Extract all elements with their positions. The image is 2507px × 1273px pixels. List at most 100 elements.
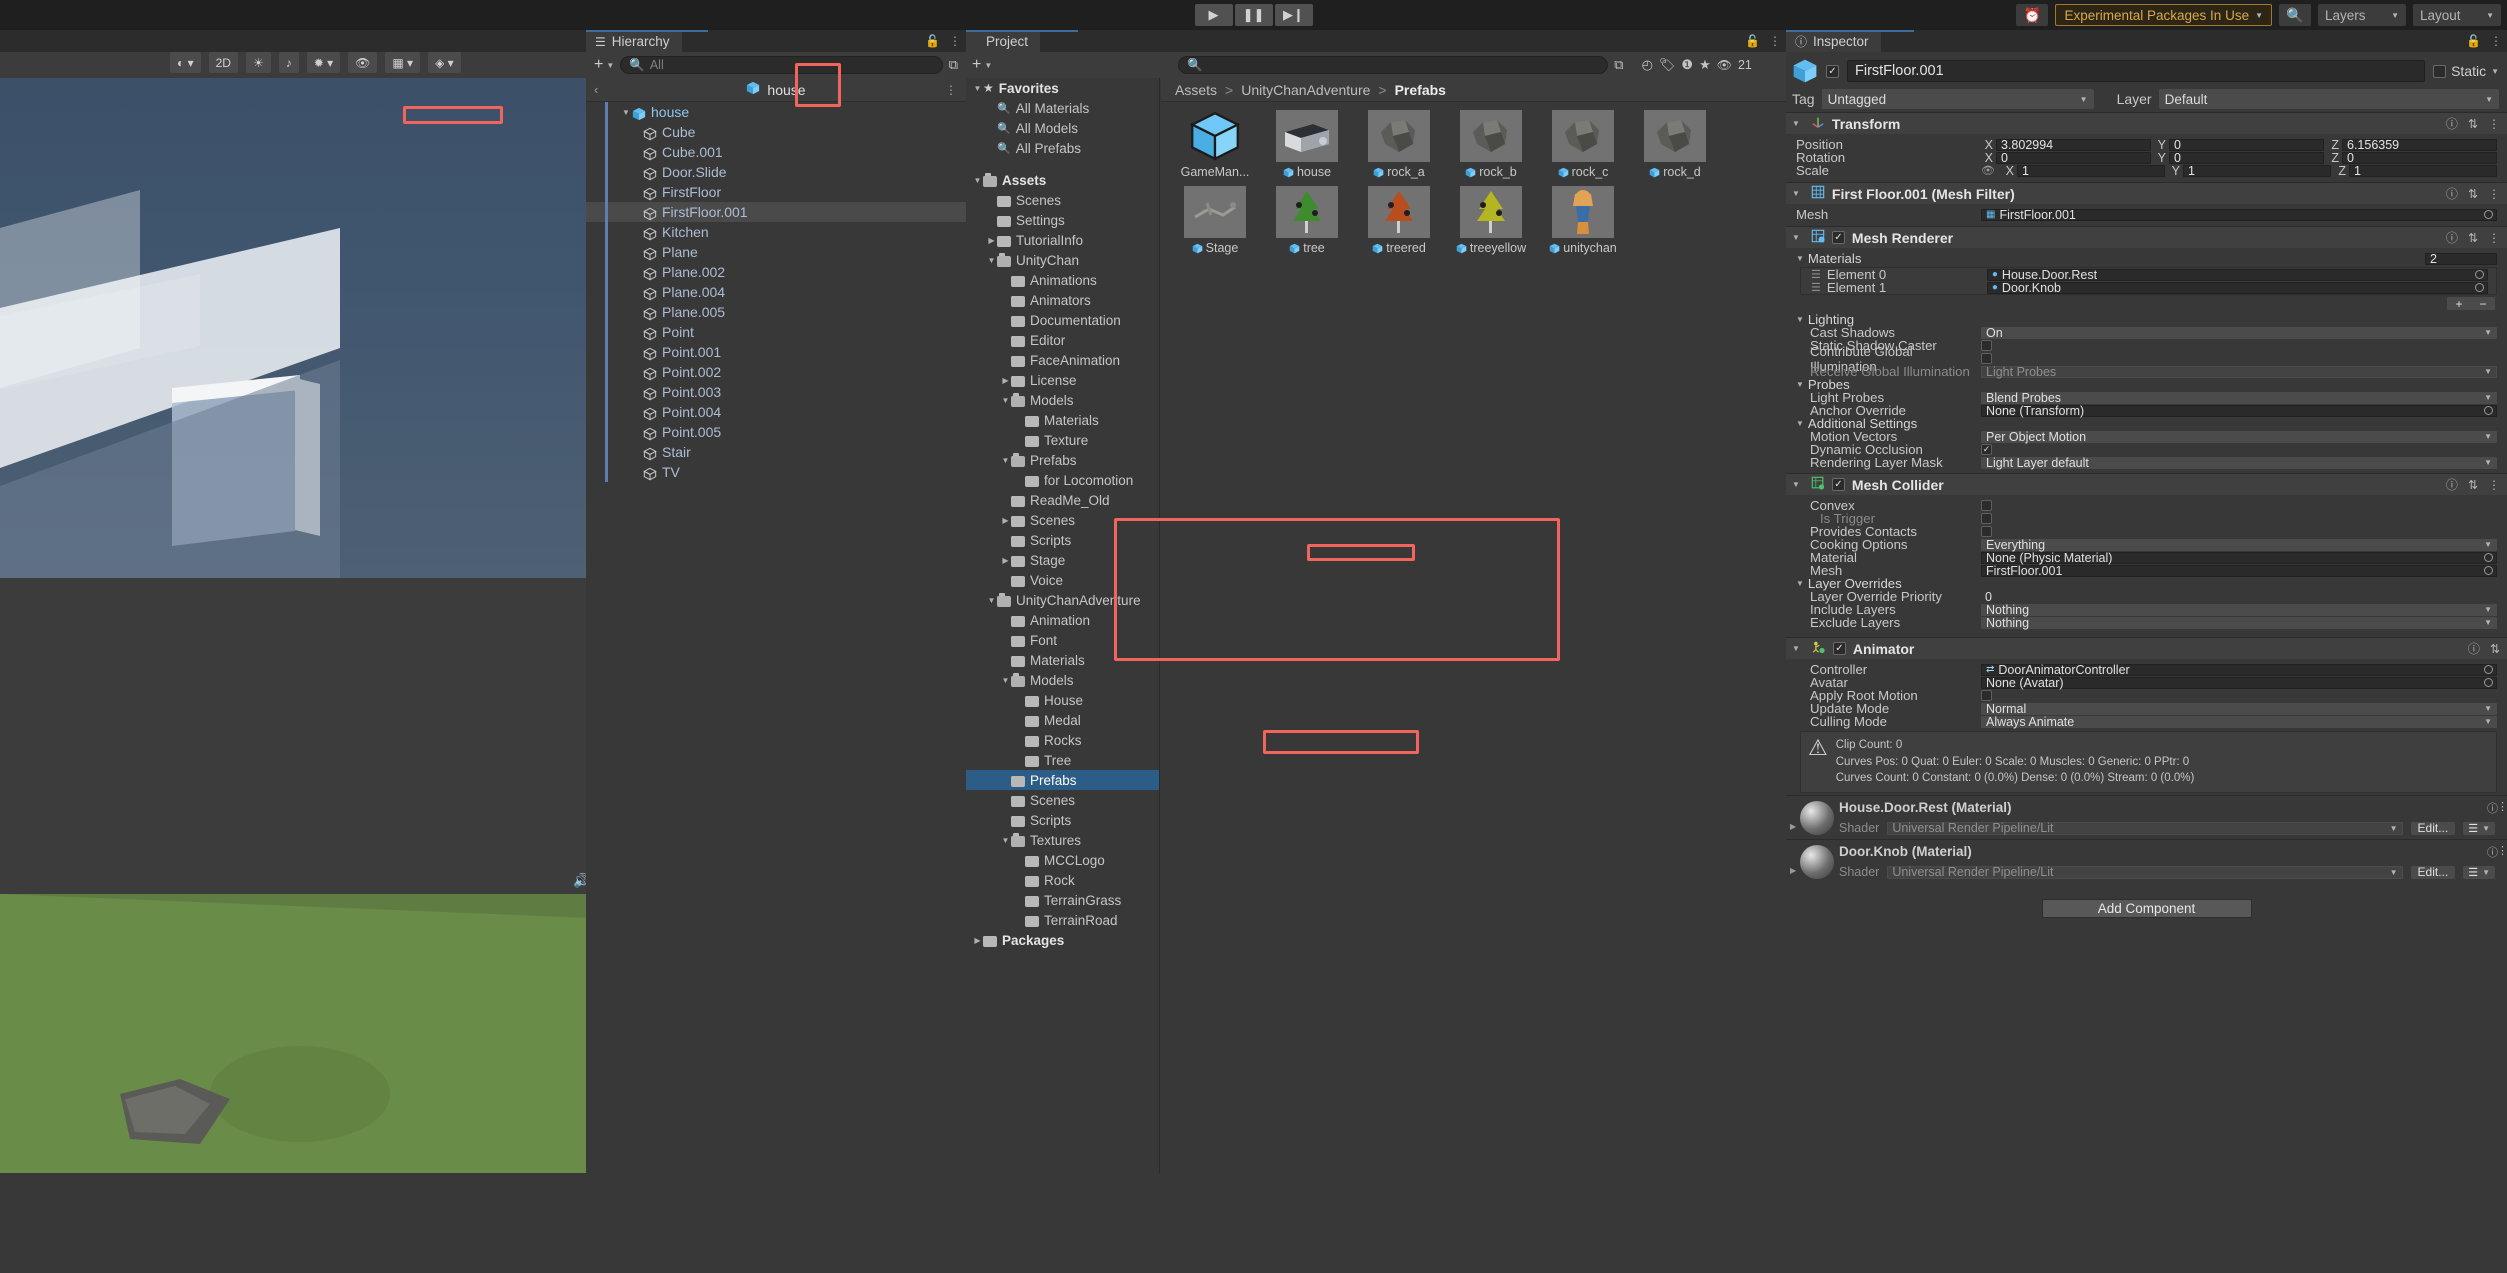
chevron-right-icon[interactable]: ▶ (986, 236, 997, 245)
hierarchy-item-kitchen[interactable]: Kitchen (586, 222, 966, 242)
project-tree-item-for-locomotion[interactable]: for Locomotion (966, 470, 1159, 490)
hierarchy-item-plane-004[interactable]: Plane.004 (586, 282, 966, 302)
scene-camera-button[interactable]: ▦ ▾ (385, 52, 420, 73)
hierarchy-item-point-002[interactable]: Point.002 (586, 362, 966, 382)
chevron-down-icon[interactable]: ▼ (972, 84, 983, 93)
chevron-down-icon[interactable]: ▼ (1000, 456, 1011, 465)
shading-mode-dropdown[interactable]: ◐ ▾ (170, 52, 201, 73)
project-tree-item-prefabs[interactable]: Prefabs (966, 770, 1159, 790)
project-tree-item-rock[interactable]: Rock (966, 870, 1159, 890)
object-picker-icon[interactable] (2475, 283, 2484, 292)
project-tree-item-stage[interactable]: ▶Stage (966, 550, 1159, 570)
hierarchy-item-house[interactable]: ▼house (586, 102, 966, 122)
hierarchy-item-plane-002[interactable]: Plane.002 (586, 262, 966, 282)
kebab-icon[interactable]: ⋮ (2490, 34, 2502, 48)
project-tree-item-animation[interactable]: Animation (966, 610, 1159, 630)
animator-header[interactable]: ▼ Animator ⓘ ⇅ (1786, 638, 2507, 659)
chevron-down-icon[interactable]: ▼ (1796, 380, 1804, 389)
project-expand-icon[interactable]: ⧉ (1614, 57, 1623, 73)
exclude-layers-dropdown[interactable]: Nothing▼ (1981, 617, 2497, 629)
project-tree-item-models[interactable]: ▼Models (966, 390, 1159, 410)
project-tree-item-scripts[interactable]: Scripts (966, 530, 1159, 550)
object-picker-icon[interactable] (2484, 210, 2493, 219)
provides-contacts-checkbox[interactable] (1981, 526, 1992, 537)
scene-visibility-button[interactable]: 👁 (348, 52, 377, 73)
layer-dropdown[interactable]: Default▼ (2159, 89, 2499, 109)
kebab-icon[interactable]: ⋮ (2488, 231, 2500, 245)
remove-material-button[interactable]: − (2471, 297, 2495, 310)
transform-scale-z-input[interactable]: 1 (2349, 165, 2497, 177)
drag-handle-icon[interactable]: ☰ (1811, 268, 1821, 281)
chevron-down-icon[interactable]: ▼ (986, 596, 997, 605)
project-tree-item-voice[interactable]: Voice (966, 570, 1159, 590)
audio-toggle-button[interactable]: ♪ (279, 52, 299, 73)
chevron-down-icon[interactable]: ▼ (1792, 189, 1800, 198)
tab-project[interactable]: Project (966, 30, 1040, 52)
asset-item-treeyellow[interactable]: treeyellow (1447, 186, 1535, 258)
mesh-renderer-enabled-checkbox[interactable] (1832, 231, 1845, 244)
project-tree-item-editor[interactable]: Editor (966, 330, 1159, 350)
include-layers-dropdown[interactable]: Nothing▼ (1981, 604, 2497, 616)
transform-scale-x-input[interactable]: 1 (2017, 165, 2165, 177)
hierarchy-item-tv[interactable]: TV (586, 462, 966, 482)
object-picker-icon[interactable] (2484, 665, 2493, 674)
asset-item-rock-a[interactable]: rock_a (1355, 110, 1443, 182)
dynamic-occlusion-checkbox[interactable]: ✓ (1981, 444, 1992, 455)
add-material-button[interactable]: + (2447, 297, 2471, 310)
object-picker-icon[interactable] (2484, 678, 2493, 687)
lock-icon[interactable]: 🔓 (2466, 34, 2481, 48)
hierarchy-item-point-003[interactable]: Point.003 (586, 382, 966, 402)
lock-icon[interactable]: 🔓 (1745, 34, 1760, 48)
project-tree-item-terraingrass[interactable]: TerrainGrass (966, 890, 1159, 910)
chevron-down-icon[interactable]: ▼ (622, 108, 632, 117)
project-tree-item-favorites[interactable]: ▼★Favorites (966, 78, 1159, 98)
transform-rotation-z-input[interactable]: 0 (2342, 152, 2497, 164)
shader-dropdown[interactable]: Universal Render Pipeline/Lit▼ (1887, 822, 2402, 835)
hierarchy-item-point-004[interactable]: Point.004 (586, 402, 966, 422)
chevron-down-icon[interactable]: ▼ (1000, 836, 1011, 845)
apply-root-motion-checkbox[interactable] (1981, 690, 1992, 701)
chevron-down-icon[interactable]: ▼ (1796, 419, 1804, 428)
transform-rotation-y-input[interactable]: 0 (2169, 152, 2324, 164)
object-picker-icon[interactable] (2484, 566, 2493, 575)
project-tree-item-documentation[interactable]: Documentation (966, 310, 1159, 330)
layers-dropdown[interactable]: Layers ▼ (2318, 4, 2406, 26)
hierarchy-item-cube-001[interactable]: Cube.001 (586, 142, 966, 162)
project-tree-item-all-materials[interactable]: 🔍All Materials (966, 98, 1159, 118)
project-search-input[interactable]: 🔍 (1178, 56, 1608, 74)
chevron-down-icon[interactable]: ▼ (1792, 119, 1800, 128)
chevron-down-icon[interactable]: ▼ (1000, 676, 1011, 685)
help-icon[interactable]: ⓘ (2446, 115, 2458, 132)
lock-icon[interactable]: 🔓 (925, 34, 940, 48)
materials-foldout-row[interactable]: ▼ Materials 2 (1786, 252, 2507, 265)
kebab-icon[interactable]: ⋮ (945, 83, 957, 97)
mesh-renderer-header[interactable]: ▼ Mesh Renderer ⓘ ⇅ ⋮ (1786, 227, 2507, 248)
help-icon[interactable]: ⓘ (2468, 640, 2480, 657)
hierarchy-item-door-slide[interactable]: Door.Slide (586, 162, 966, 182)
search-icon[interactable]: 🔍 (2279, 4, 2311, 26)
chevron-down-icon[interactable]: ▼ (1796, 579, 1804, 588)
controller-object-field[interactable]: ⇄DoorAnimatorController (1981, 664, 2497, 676)
lighting-toggle-button[interactable]: ☀ (246, 52, 271, 73)
preset-icon[interactable]: ⇅ (2468, 117, 2478, 131)
fx-dropdown[interactable]: ✹ ▾ (307, 52, 340, 73)
mesh-object-field[interactable]: ▦ FirstFloor.001 (1981, 209, 2497, 221)
chevron-right-icon[interactable]: ▶ (1000, 516, 1011, 525)
help-icon[interactable]: ⓘ (2446, 185, 2458, 202)
kebab-icon[interactable]: ⋮ (2488, 478, 2500, 492)
project-tree-item-all-prefabs[interactable]: 🔍All Prefabs (966, 138, 1159, 158)
pause-button[interactable]: ❚❚ (1235, 4, 1273, 26)
create-object-button[interactable]: +▼ (594, 56, 614, 74)
asset-item-treered[interactable]: treered (1355, 186, 1443, 258)
breadcrumb-unitychanadventure[interactable]: UnityChanAdventure (1241, 82, 1370, 98)
transform-position-y-input[interactable]: 0 (2169, 139, 2324, 151)
asset-item-stage[interactable]: Stage (1171, 186, 1259, 258)
project-tree-item-all-models[interactable]: 🔍All Models (966, 118, 1159, 138)
is-trigger-checkbox[interactable] (1981, 513, 1992, 524)
preset-icon[interactable]: ⇅ (2468, 231, 2478, 245)
project-tree-item-faceanimation[interactable]: FaceAnimation (966, 350, 1159, 370)
mesh-collider-enabled-checkbox[interactable] (1832, 478, 1845, 491)
anchor-override-object-field[interactable]: None (Transform) (1981, 405, 2497, 417)
project-tree-item-unitychanadventure[interactable]: ▼UnityChanAdventure (966, 590, 1159, 610)
kebab-icon[interactable]: ⋮ (2488, 187, 2500, 201)
